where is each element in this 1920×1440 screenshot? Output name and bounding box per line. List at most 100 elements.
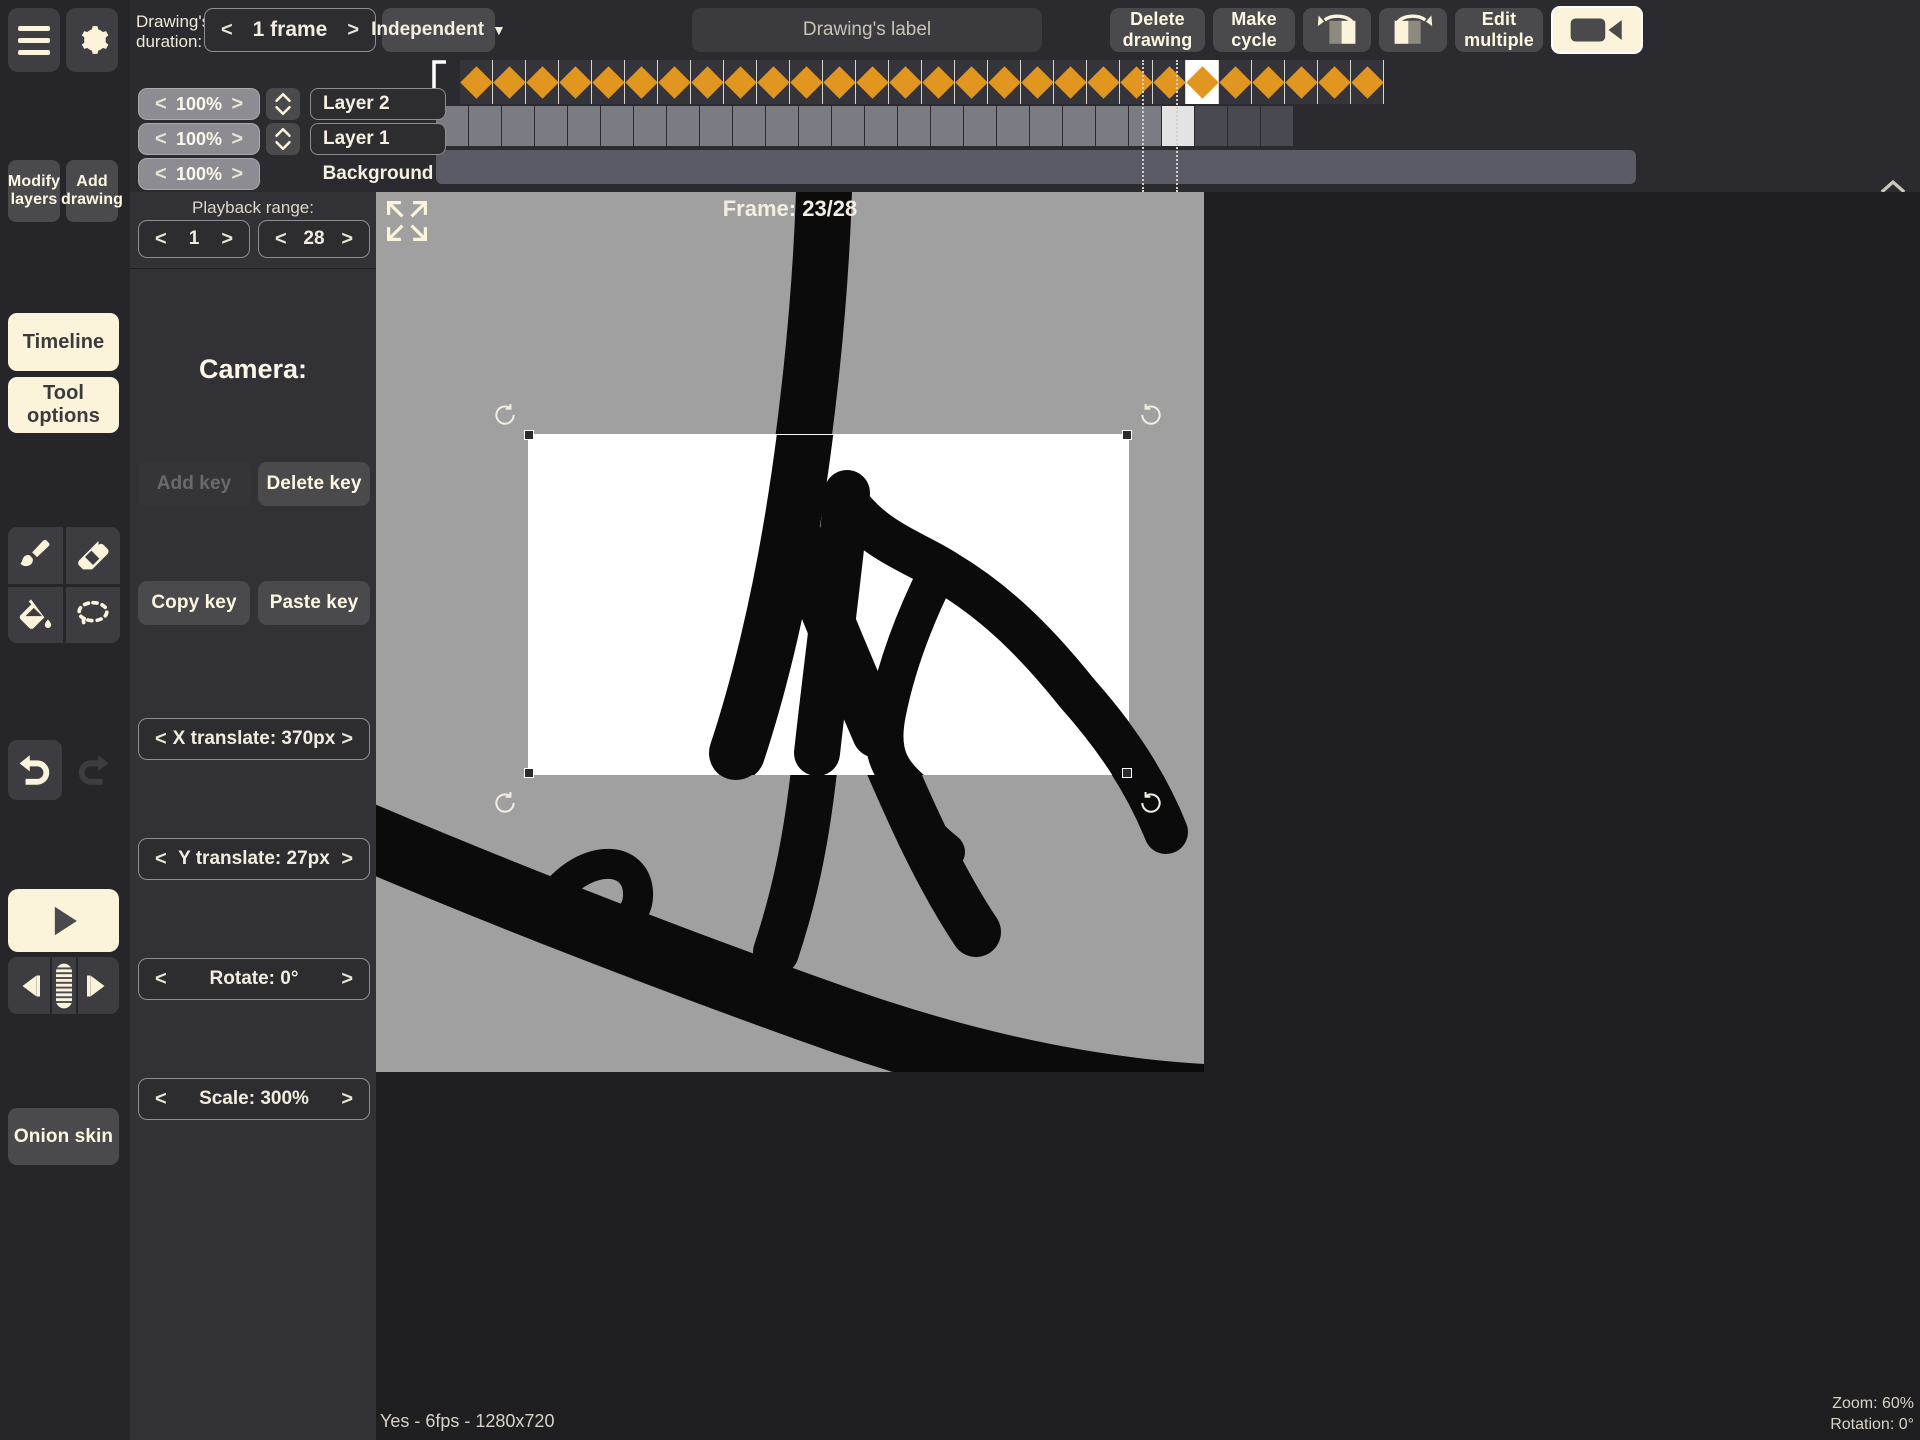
timeline-layer-cell[interactable] — [469, 106, 502, 146]
timeline-layer-cell[interactable] — [1162, 106, 1195, 146]
add-drawing-button[interactable]: Add drawing — [61, 160, 123, 222]
timeline-frame-cell[interactable] — [525, 60, 559, 104]
timeline-layer-cell[interactable] — [733, 106, 766, 146]
camera-transform-stepper[interactable]: < Y translate: 27px > — [138, 838, 370, 880]
gear-icon[interactable] — [66, 8, 118, 72]
timeline-frame-cell[interactable] — [723, 60, 757, 104]
duration-increment[interactable]: > — [347, 19, 359, 42]
delete-key-button[interactable]: Delete key — [258, 462, 370, 506]
playback-end-decrement[interactable]: < — [275, 228, 287, 251]
camera-transform-stepper[interactable]: < Scale: 300% > — [138, 1078, 370, 1120]
timeline-frame-cell[interactable] — [1020, 60, 1054, 104]
rotate-handle-bl[interactable] — [492, 790, 518, 816]
playback-end-stepper[interactable]: < 28 > — [258, 220, 370, 258]
timeline-layer-cell[interactable] — [601, 106, 634, 146]
timeline-layer-cell[interactable] — [1261, 106, 1294, 146]
transform-decrement[interactable]: < — [155, 848, 167, 871]
timeline-frame-cell[interactable] — [459, 60, 493, 104]
timeline-layer-cell[interactable] — [700, 106, 733, 146]
layer-name-field[interactable]: Layer 1 — [310, 123, 446, 155]
eraser-icon[interactable] — [65, 527, 120, 584]
timeline-layer-cell[interactable] — [1063, 106, 1096, 146]
timeline-layer-cell[interactable] — [1195, 106, 1228, 146]
transform-decrement[interactable]: < — [155, 968, 167, 991]
timeline-frame-cell[interactable] — [921, 60, 955, 104]
hamburger-menu-icon[interactable] — [8, 8, 60, 72]
previous-frame-icon[interactable] — [8, 957, 50, 1014]
timeline-frame-cell[interactable] — [954, 60, 988, 104]
opacity-increment[interactable]: > — [231, 128, 243, 151]
timeline-frame-cell[interactable] — [1317, 60, 1351, 104]
duration-decrement[interactable]: < — [221, 19, 233, 42]
layer-opacity-stepper[interactable]: <100% > — [138, 123, 260, 155]
timeline-frame-cell[interactable] — [1086, 60, 1120, 104]
resize-handle-tr[interactable] — [1122, 430, 1132, 440]
camera-transform-stepper[interactable]: < X translate: 370px > — [138, 718, 370, 760]
timeline-layer-cell[interactable] — [1096, 106, 1129, 146]
rotate-left-page-icon[interactable] — [1303, 8, 1371, 52]
timeline-layer-cell[interactable] — [634, 106, 667, 146]
opacity-increment[interactable]: > — [231, 93, 243, 116]
timeline-layer-cell[interactable] — [766, 106, 799, 146]
opacity-increment[interactable]: > — [231, 163, 243, 186]
drawing-stage[interactable]: Frame: 23/28 — [376, 192, 1204, 1072]
fit-to-screen-icon[interactable] — [384, 198, 430, 244]
timeline-frame-cell[interactable] — [1350, 60, 1384, 104]
timeline-frame-cell[interactable] — [1251, 60, 1285, 104]
opacity-decrement[interactable]: < — [155, 93, 167, 116]
play-triangle-icon[interactable] — [8, 889, 119, 952]
timeline-frame-cell[interactable] — [591, 60, 625, 104]
timeline-frame-cell[interactable] — [987, 60, 1021, 104]
redo-arrow-icon[interactable] — [66, 740, 120, 800]
rotate-right-page-icon[interactable] — [1379, 8, 1447, 52]
layer-reorder-icon[interactable] — [266, 123, 300, 155]
transform-decrement[interactable]: < — [155, 728, 167, 751]
timeline-layer-cell[interactable] — [964, 106, 997, 146]
timeline-layer-cell[interactable] — [535, 106, 568, 146]
timeline-layer-cell[interactable] — [1129, 106, 1162, 146]
brush-icon[interactable] — [8, 527, 63, 584]
timeline-frame-cell[interactable] — [1152, 60, 1186, 104]
paint-bucket-icon[interactable] — [8, 586, 63, 643]
timeline-layer-cell[interactable] — [568, 106, 601, 146]
timeline-frame-cell[interactable] — [1119, 60, 1153, 104]
timeline-frame-cell[interactable] — [1185, 60, 1219, 104]
timeline-layer-cell[interactable] — [1228, 106, 1261, 146]
timeline-frame-cell[interactable] — [624, 60, 658, 104]
timeline-frame-cell[interactable] — [756, 60, 790, 104]
timeline-layer-cell[interactable] — [931, 106, 964, 146]
camera-frame-rect[interactable] — [524, 430, 1132, 778]
timeline-frame-cell[interactable] — [690, 60, 724, 104]
timeline-layer-cell[interactable] — [997, 106, 1030, 146]
playback-start-increment[interactable]: > — [221, 228, 233, 251]
playback-start-stepper[interactable]: < 1 > — [138, 220, 250, 258]
tab-timeline[interactable]: Timeline — [8, 313, 119, 371]
timeline-frame-cell[interactable] — [1053, 60, 1087, 104]
playback-start-decrement[interactable]: < — [155, 228, 167, 251]
make-cycle-button[interactable]: Make cycle — [1213, 8, 1295, 52]
timeline-frame-cell[interactable] — [888, 60, 922, 104]
add-key-button[interactable]: Add key — [138, 462, 250, 506]
timeline-frame-cell[interactable] — [657, 60, 691, 104]
timeline-frame-cell[interactable] — [855, 60, 889, 104]
opacity-decrement[interactable]: < — [155, 163, 167, 186]
copy-key-button[interactable]: Copy key — [138, 581, 250, 625]
onion-skin-button[interactable]: Onion skin — [8, 1108, 119, 1165]
resize-handle-br[interactable] — [1122, 768, 1132, 778]
timeline-frame-cell[interactable] — [1284, 60, 1318, 104]
undo-arrow-icon[interactable] — [8, 740, 62, 800]
timeline-layer-cell[interactable] — [502, 106, 535, 146]
timeline-layer-cell[interactable] — [799, 106, 832, 146]
layer-reorder-icon[interactable] — [266, 88, 300, 120]
timeline-frame-cell[interactable] — [822, 60, 856, 104]
timeline-layer-cell[interactable] — [1030, 106, 1063, 146]
drawing-duration-stepper[interactable]: < 1 frame > — [204, 8, 376, 52]
transform-increment[interactable]: > — [341, 968, 353, 991]
frame-scrub-slider[interactable] — [51, 957, 76, 1014]
edit-multiple-button[interactable]: Edit multiple — [1455, 8, 1543, 52]
independent-dropdown[interactable]: Independent ▼ — [371, 8, 506, 52]
resize-handle-tl[interactable] — [524, 430, 534, 440]
video-camera-icon[interactable] — [1551, 6, 1643, 54]
transform-increment[interactable]: > — [341, 848, 353, 871]
timeline-layer-cell[interactable] — [865, 106, 898, 146]
